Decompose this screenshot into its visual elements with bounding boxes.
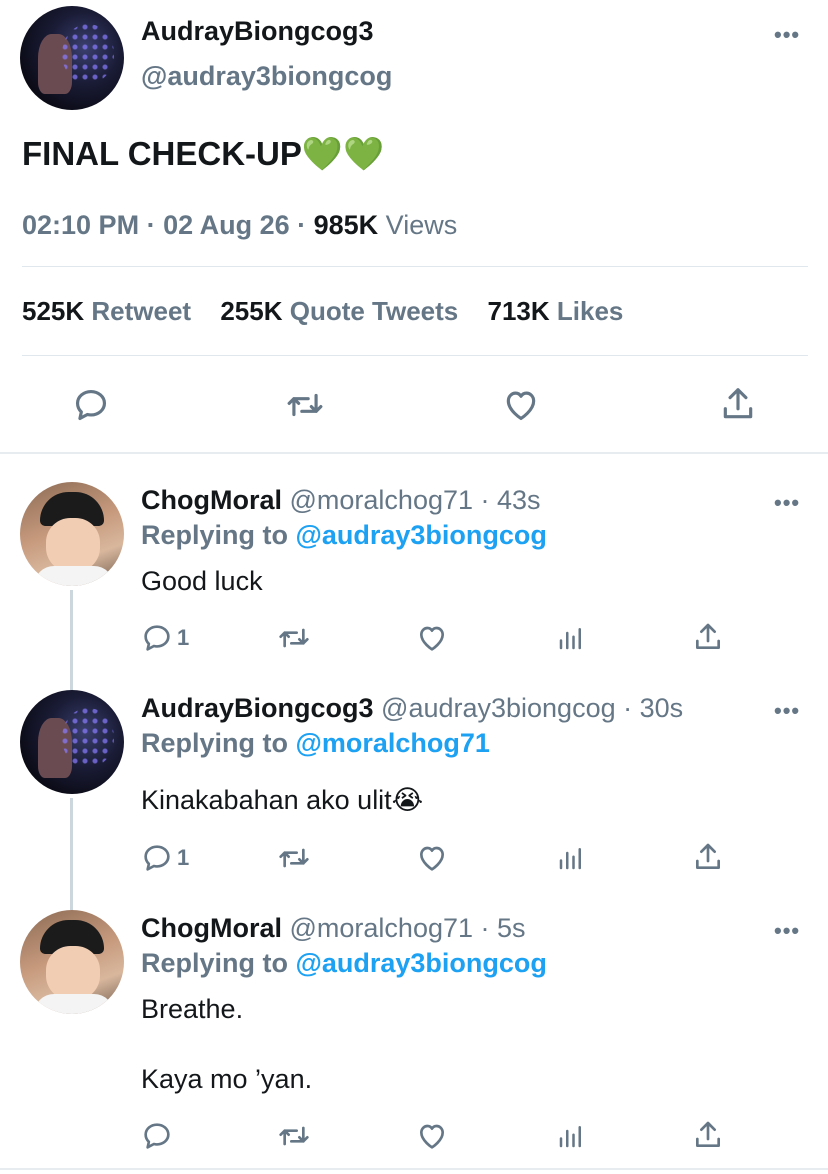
share-icon[interactable] bbox=[719, 384, 757, 424]
more-icon[interactable]: ••• bbox=[774, 490, 800, 516]
replying-to-handle[interactable]: @audray3biongcog bbox=[296, 520, 547, 550]
analytics-icon[interactable] bbox=[556, 1120, 586, 1152]
tweet-time: 02:10 PM bbox=[22, 210, 140, 240]
like-icon[interactable] bbox=[416, 1120, 448, 1152]
replying-to-handle[interactable]: @moralchog71 bbox=[296, 728, 490, 758]
author-avatar[interactable] bbox=[20, 6, 124, 110]
thread-line bbox=[70, 798, 73, 910]
replying-to: Replying to @audray3biongcog bbox=[141, 520, 547, 550]
reply-count: 1 bbox=[177, 845, 190, 870]
reply-author-handle[interactable]: @moralchog71 · 43s bbox=[282, 485, 541, 515]
reply-icon[interactable] bbox=[72, 386, 110, 424]
replying-to-handle[interactable]: @audray3biongcog bbox=[296, 948, 547, 978]
retweet-icon[interactable] bbox=[276, 1120, 312, 1152]
retweet-count[interactable]: 525K bbox=[22, 296, 84, 326]
more-icon[interactable]: ••• bbox=[774, 22, 800, 48]
quote-label[interactable]: Quote Tweets bbox=[290, 296, 459, 326]
divider bbox=[22, 266, 808, 267]
reply-author-name[interactable]: ChogMoral bbox=[141, 913, 282, 943]
like-icon[interactable] bbox=[502, 386, 540, 424]
reply-avatar[interactable] bbox=[20, 910, 124, 1014]
thread-line bbox=[70, 590, 73, 690]
reply-author-name[interactable]: AudrayBiongcog3 bbox=[141, 693, 374, 723]
author-handle[interactable]: @audray3biongcog bbox=[141, 61, 392, 92]
likes-count[interactable]: 713K bbox=[488, 296, 550, 326]
like-icon[interactable] bbox=[416, 842, 448, 874]
retweet-icon[interactable] bbox=[276, 622, 312, 654]
quote-count[interactable]: 255K bbox=[220, 296, 282, 326]
retweet-icon[interactable] bbox=[284, 386, 326, 424]
reply-icon[interactable]: 1 bbox=[141, 622, 189, 654]
bottom-divider bbox=[0, 1168, 828, 1170]
share-icon[interactable] bbox=[692, 1118, 724, 1152]
reply-count: 1 bbox=[177, 625, 190, 650]
reply-author-name[interactable]: ChogMoral bbox=[141, 485, 282, 515]
share-icon[interactable] bbox=[692, 840, 724, 874]
views-count: 985K bbox=[313, 210, 379, 240]
reply-icon[interactable]: 1 bbox=[141, 842, 189, 874]
retweet-label[interactable]: Retweet bbox=[91, 296, 191, 326]
analytics-icon[interactable] bbox=[556, 842, 586, 874]
more-icon[interactable]: ••• bbox=[774, 918, 800, 944]
replying-to: Replying to @audray3biongcog bbox=[141, 948, 547, 978]
like-icon[interactable] bbox=[416, 622, 448, 654]
reply-text: Good luck bbox=[141, 566, 263, 596]
reply-text: Kinakabahan ako ulit😭 bbox=[141, 785, 424, 815]
views-label: Views bbox=[378, 210, 458, 240]
reply-author-handle[interactable]: @audray3biongcog · 30s bbox=[374, 693, 683, 723]
more-icon[interactable]: ••• bbox=[774, 698, 800, 724]
tweet-date: 02 Aug 26 bbox=[163, 210, 290, 240]
reply-avatar[interactable] bbox=[20, 690, 124, 794]
reply-header: AudrayBiongcog3 @audray3biongcog · 30s bbox=[141, 693, 683, 724]
share-icon[interactable] bbox=[692, 620, 724, 654]
section-separator bbox=[0, 452, 828, 454]
tweet-stats: 525K Retweet 255K Quote Tweets 713K Like… bbox=[22, 296, 645, 327]
tweet-text: FINAL CHECK-UP💚💚 bbox=[22, 135, 385, 172]
reply-text-line-1: Breathe. bbox=[141, 994, 244, 1024]
reply-author-handle[interactable]: @moralchog71 · 5s bbox=[282, 913, 526, 943]
author-name[interactable]: AudrayBiongcog3 bbox=[141, 16, 374, 47]
reply-avatar[interactable] bbox=[20, 482, 124, 586]
replying-to: Replying to @moralchog71 bbox=[141, 728, 490, 758]
reply-icon[interactable] bbox=[141, 1120, 173, 1152]
reply-header: ChogMoral @moralchog71 · 43s bbox=[141, 485, 541, 516]
analytics-icon[interactable] bbox=[556, 622, 586, 654]
tweet-meta: 02:10 PM · 02 Aug 26 · 985K Views bbox=[22, 210, 458, 240]
reply-header: ChogMoral @moralchog71 · 5s bbox=[141, 913, 526, 944]
likes-label[interactable]: Likes bbox=[557, 296, 624, 326]
divider bbox=[22, 355, 808, 356]
retweet-icon[interactable] bbox=[276, 842, 312, 874]
reply-text-line-2: Kaya mo ’yan. bbox=[141, 1064, 313, 1094]
